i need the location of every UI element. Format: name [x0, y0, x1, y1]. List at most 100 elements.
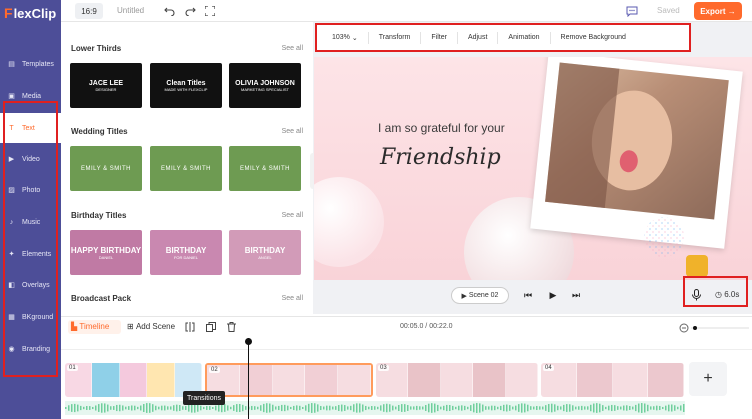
skip-back-icon[interactable]: ⏮: [521, 288, 535, 302]
tool-remove-background[interactable]: Remove Background: [551, 32, 636, 44]
waveform-bar: [158, 406, 160, 410]
waveform-bar: [83, 406, 85, 410]
waveform-bar: [386, 403, 388, 413]
template-thumbnail[interactable]: BIRTHDAY FOR DANIEL: [150, 230, 222, 275]
sidebar-item-label: Branding: [22, 345, 51, 353]
polaroid-frame[interactable]: [530, 57, 743, 249]
tool-adjust[interactable]: Adjust: [458, 31, 499, 44]
skip-forward-icon[interactable]: ⏭: [569, 288, 583, 302]
waveform-bar: [374, 406, 376, 410]
clip-frame: [440, 363, 474, 397]
waveform-bar: [269, 403, 271, 413]
sidebar-item-video[interactable]: ▶ Video: [0, 144, 61, 174]
chat-icon[interactable]: [625, 4, 639, 18]
sidebar-item-bkground[interactable]: ▦ BKground: [0, 302, 61, 332]
scene-duration[interactable]: ◷ 6.0s: [715, 290, 739, 299]
template-thumbnail[interactable]: Clean Titles MADE WITH FLEXCLIP: [150, 63, 222, 108]
add-clip-button[interactable]: +: [689, 362, 727, 396]
waveform-bar: [404, 404, 406, 412]
see-all-link[interactable]: See all: [282, 212, 303, 219]
canvas-text-line2[interactable]: Friendship: [380, 145, 501, 170]
sidebar-item-media[interactable]: ▣ Media: [0, 81, 61, 111]
play-button-icon[interactable]: ▶: [546, 288, 560, 302]
export-button[interactable]: Export →: [694, 2, 742, 20]
timeline-zoom-slider[interactable]: [679, 322, 749, 334]
elements-icon: ✦: [8, 251, 15, 258]
timeline-clip[interactable]: 03: [376, 363, 538, 397]
project-title[interactable]: Untitled: [117, 6, 144, 15]
waveform-bar: [359, 403, 361, 413]
aspect-ratio-button[interactable]: 16:9: [75, 3, 103, 19]
thumbnail-title: BIRTHDAY: [165, 245, 207, 255]
playhead[interactable]: [248, 338, 249, 419]
sidebar-item-branding[interactable]: ◉ Branding: [0, 334, 61, 364]
waveform-bar: [569, 404, 571, 412]
sidebar-item-overlays[interactable]: ◧ Overlays: [0, 270, 61, 300]
see-all-link[interactable]: See all: [282, 128, 303, 135]
waveform-bar: [473, 403, 475, 413]
video-canvas[interactable]: I am so grateful for your Friendship: [314, 57, 752, 280]
thumbnail-title: EMILY & SMITH: [240, 165, 290, 172]
template-thumbnail[interactable]: EMILY & SMITH: [229, 146, 301, 191]
see-all-link[interactable]: See all: [282, 295, 303, 302]
fullscreen-icon[interactable]: [203, 4, 217, 18]
sidebar-item-photo[interactable]: ▨ Photo: [0, 175, 61, 205]
zoom-select[interactable]: 103% ⌄: [322, 31, 369, 44]
sidebar-item-elements[interactable]: ✦ Elements: [0, 239, 61, 269]
delete-icon[interactable]: [226, 322, 236, 332]
add-scene-button[interactable]: ⊞ Add Scene: [127, 322, 175, 331]
template-thumbnail[interactable]: EMILY & SMITH: [70, 146, 142, 191]
microphone-icon[interactable]: [689, 288, 703, 302]
clip-frame: [119, 363, 148, 397]
waveform-bar: [89, 406, 91, 410]
templates-icon: ▤: [8, 61, 15, 68]
tool-filter[interactable]: Filter: [421, 31, 458, 44]
waveform-bar: [341, 404, 343, 412]
timeline-clip[interactable]: 04: [541, 363, 684, 397]
waveform-bar: [428, 403, 430, 413]
audio-waveform[interactable]: [65, 401, 685, 415]
waveform-bar: [461, 405, 463, 411]
canvas-text-line1[interactable]: I am so grateful for your: [378, 121, 505, 135]
waveform-bar: [101, 403, 103, 413]
flexclip-logo[interactable]: FlexClip: [4, 4, 60, 22]
clip-frame: [408, 363, 441, 397]
sidebar-item-text[interactable]: T Text: [0, 113, 61, 143]
waveform-bar: [383, 404, 385, 412]
template-thumbnail[interactable]: OLIVIA JOHNSON MARKETING SPECIALIST: [229, 63, 301, 108]
waveform-bar: [305, 405, 307, 411]
music-icon: ♪: [9, 218, 14, 226]
sidebar-item-label: Text: [22, 124, 35, 132]
template-thumbnail[interactable]: EMILY & SMITH: [150, 146, 222, 191]
template-thumbnail[interactable]: JACE LEE DESIGNER: [70, 63, 142, 108]
split-icon[interactable]: [185, 322, 195, 332]
scene-selector[interactable]: ▶ Scene 02: [451, 287, 509, 304]
tool-animation[interactable]: Animation: [498, 31, 551, 44]
timeline-clip[interactable]: 01: [65, 363, 202, 397]
see-all-link[interactable]: See all: [282, 45, 303, 52]
thumbnail-title: JACE LEE: [88, 79, 124, 87]
undo-icon[interactable]: [162, 4, 176, 18]
timeline-clip[interactable]: 02: [205, 363, 373, 397]
play-icon: ▶: [461, 292, 467, 300]
waveform-bar: [143, 403, 145, 413]
playhead-handle[interactable]: [245, 338, 252, 345]
party-hat-decoration: [686, 255, 708, 277]
waveform-bar: [122, 405, 124, 411]
thumbnail-subtitle: DANIEL: [98, 254, 114, 260]
sidebar-item-music[interactable]: ♪ Music: [0, 207, 61, 237]
timeline-label[interactable]: ▙ Timeline: [71, 322, 109, 331]
sidebar-item-templates[interactable]: ▤ Templates: [0, 49, 61, 79]
redo-icon[interactable]: [183, 4, 197, 18]
template-thumbnail[interactable]: HAPPY BIRTHDAY DANIEL: [70, 230, 142, 275]
template-thumbnail[interactable]: BIRTHDAY ANGEL: [229, 230, 301, 275]
branding-icon: ◉: [8, 346, 15, 353]
tool-transform[interactable]: Transform: [369, 31, 422, 44]
transitions-tooltip: Transitions: [183, 391, 225, 405]
duplicate-icon[interactable]: [206, 322, 216, 332]
waveform-bar: [545, 405, 547, 411]
waveform-bar: [254, 406, 256, 410]
waveform-bar: [281, 404, 283, 412]
clock-icon: ◷: [715, 290, 722, 299]
confetti-decoration: [644, 217, 684, 257]
